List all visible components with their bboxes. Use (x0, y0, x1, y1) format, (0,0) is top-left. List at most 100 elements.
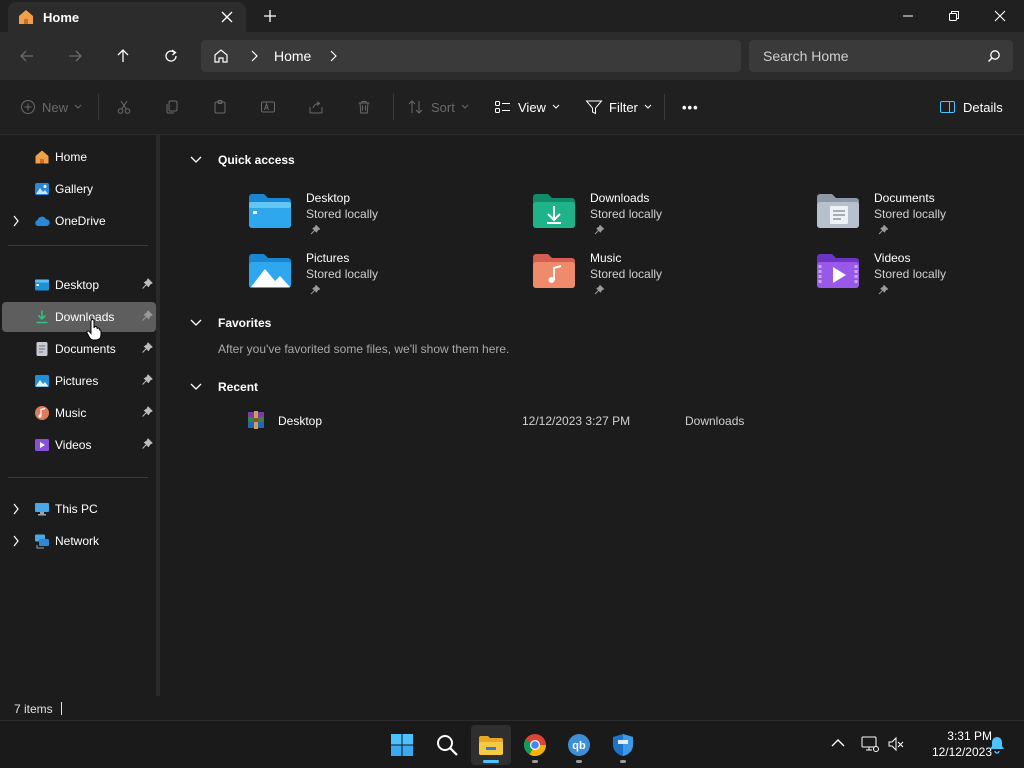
system-clock[interactable]: 3:31 PM 12/12/2023 (906, 728, 992, 760)
recent-file-row[interactable]: Desktop 12/12/2023 3:27 PM Downloads (240, 408, 1000, 434)
pin-icon[interactable] (141, 342, 153, 354)
chevron-down-icon[interactable] (190, 318, 202, 328)
chevron-right-icon[interactable] (12, 503, 20, 515)
sidebar-item-music[interactable]: Music (2, 398, 156, 428)
minimize-button[interactable] (885, 0, 931, 32)
close-tab-icon[interactable] (218, 8, 236, 26)
notification-bell-icon[interactable] (989, 736, 1005, 754)
chevron-right-icon[interactable] (248, 49, 260, 63)
filter-button[interactable]: Filter (585, 96, 652, 118)
home-icon (19, 10, 33, 24)
delete-button[interactable] (356, 96, 372, 118)
quick-access-documents[interactable]: Documents Stored locally (816, 187, 1024, 243)
pin-icon (594, 285, 604, 295)
item-subtitle: Stored locally (306, 207, 379, 221)
item-subtitle: Stored locally (874, 207, 947, 221)
pictures-icon (35, 375, 49, 387)
refresh-button[interactable] (159, 44, 183, 68)
pin-icon (310, 225, 320, 235)
chevron-down-icon[interactable] (190, 382, 202, 392)
rename-button[interactable] (260, 96, 276, 118)
back-button[interactable] (15, 44, 39, 68)
sidebar-item-downloads[interactable]: Downloads (2, 302, 156, 332)
sidebar-item-videos[interactable]: Videos (2, 430, 156, 460)
quick-access-downloads[interactable]: Downloads Stored locally (532, 187, 772, 243)
pin-icon[interactable] (141, 374, 153, 386)
breadcrumb-home[interactable]: Home (274, 48, 311, 64)
pictures-folder-icon (249, 254, 291, 288)
file-explorer-app[interactable] (471, 725, 511, 765)
chevron-right-icon[interactable] (327, 49, 339, 63)
home-outline-icon[interactable] (213, 48, 229, 64)
restore-button[interactable] (931, 0, 977, 32)
item-subtitle: Stored locally (590, 267, 663, 281)
sidebar-item-onedrive[interactable]: OneDrive (2, 206, 156, 236)
pin-icon[interactable] (141, 310, 153, 322)
up-button[interactable] (111, 44, 135, 68)
item-name: Documents (874, 191, 935, 205)
details-label: Details (963, 99, 1003, 115)
more-options-button[interactable]: ••• (682, 96, 699, 118)
separator (664, 94, 665, 120)
music-icon (35, 406, 49, 420)
share-button[interactable] (308, 96, 324, 118)
quick-access-desktop[interactable]: Desktop Stored locally (248, 187, 488, 243)
security-app[interactable] (603, 725, 643, 765)
sort-button[interactable]: Sort (407, 96, 469, 118)
paste-button[interactable] (212, 96, 228, 118)
view-button[interactable]: View (494, 96, 560, 118)
computer-icon (35, 503, 49, 516)
sidebar-item-label: Pictures (55, 374, 99, 388)
shield-icon (613, 734, 633, 756)
network-status-icon[interactable] (861, 736, 879, 752)
sidebar-item-label: Gallery (55, 182, 94, 196)
details-button[interactable]: Details (939, 96, 1003, 118)
sidebar-item-this-pc[interactable]: This PC (2, 494, 156, 524)
new-label: New (42, 99, 69, 115)
recent-file-date: 12/12/2023 3:27 PM (522, 414, 631, 428)
sidebar-item-pictures[interactable]: Pictures (2, 366, 156, 396)
pin-icon[interactable] (141, 438, 153, 450)
search-box[interactable] (749, 40, 1013, 72)
title-bar: Home (0, 0, 1024, 32)
chevron-right-icon[interactable] (12, 535, 20, 547)
pane-splitter[interactable] (156, 135, 160, 696)
qbittorrent-app[interactable]: qb (559, 725, 599, 765)
search-icon[interactable] (987, 49, 1001, 63)
copy-button[interactable] (164, 96, 180, 118)
arrow-left-icon (20, 50, 33, 62)
item-name: Pictures (306, 251, 350, 265)
pin-icon[interactable] (141, 278, 153, 290)
chevron-down-icon[interactable] (190, 155, 202, 165)
taskbar-search-button[interactable] (427, 725, 467, 765)
new-button[interactable]: New (20, 96, 82, 118)
share-icon (309, 101, 323, 114)
sidebar-item-label: Music (55, 406, 87, 420)
sidebar-item-home[interactable]: Home (2, 142, 156, 172)
address-bar[interactable]: Home (201, 40, 741, 72)
forward-button[interactable] (63, 44, 87, 68)
sidebar-item-gallery[interactable]: Gallery (2, 174, 156, 204)
cut-button[interactable] (116, 96, 132, 118)
volume-muted-icon[interactable] (887, 736, 905, 752)
sidebar-item-network[interactable]: Network (2, 526, 156, 556)
close-button[interactable] (977, 0, 1023, 32)
quick-access-music[interactable]: Music Stored locally (532, 247, 772, 303)
separator (393, 94, 394, 120)
item-subtitle: Stored locally (590, 207, 663, 221)
chevron-right-icon[interactable] (12, 215, 20, 227)
view-label: View (518, 99, 546, 115)
start-button[interactable] (382, 725, 422, 765)
show-hidden-icons-icon[interactable] (831, 738, 845, 748)
sidebar-item-label: This PC (55, 502, 98, 516)
sidebar-item-documents[interactable]: Documents (2, 334, 156, 364)
chrome-app[interactable] (515, 725, 555, 765)
pin-icon[interactable] (141, 406, 153, 418)
quick-access-pictures[interactable]: Pictures Stored locally (248, 247, 488, 303)
tab-home[interactable]: Home (8, 2, 246, 32)
new-tab-icon[interactable] (261, 7, 279, 25)
sidebar-item-desktop[interactable]: Desktop (2, 270, 156, 300)
document-icon (36, 342, 48, 356)
quick-access-videos[interactable]: Videos Stored locally (816, 247, 1024, 303)
search-input[interactable] (749, 40, 979, 72)
